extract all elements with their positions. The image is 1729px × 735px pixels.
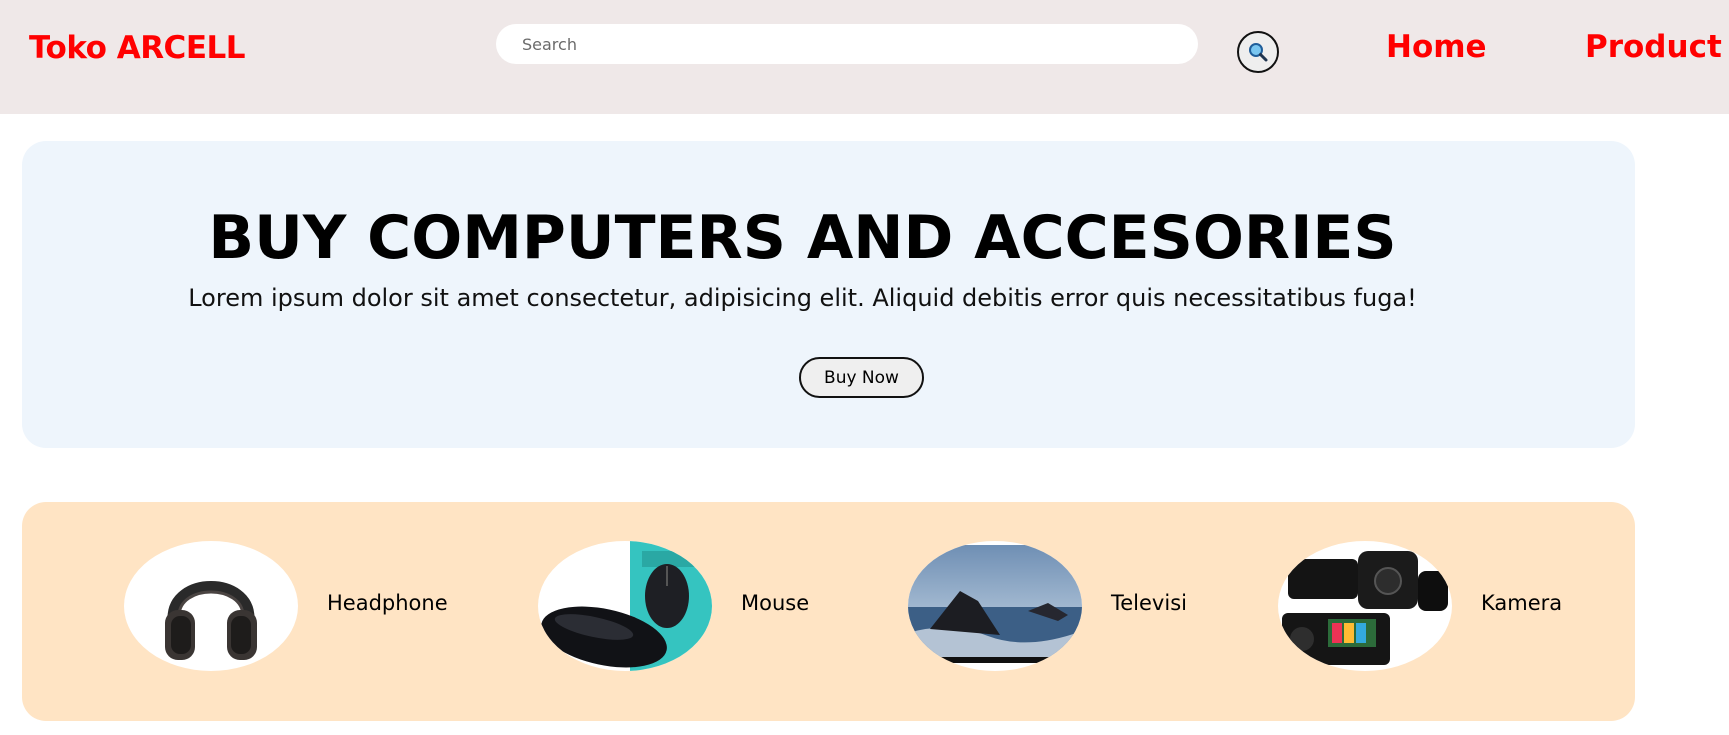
brand-logo[interactable]: Toko ARCELL (29, 30, 246, 66)
category-label: Mouse (741, 591, 810, 615)
search-icon (1249, 43, 1268, 62)
category-label: Televisi (1111, 591, 1187, 615)
hero-banner: BUY COMPUTERS AND ACCESORIES Lorem ipsum… (22, 141, 1635, 448)
headphone-image (124, 541, 298, 671)
nav-home-link[interactable]: Home (1386, 29, 1487, 65)
search-input[interactable] (496, 24, 1198, 64)
top-header: Toko ARCELL Home Product (0, 0, 1729, 114)
category-label: Kamera (1481, 591, 1563, 615)
television-image (908, 541, 1082, 671)
mouse-image (538, 541, 712, 671)
hero-description: Lorem ipsum dolor sit amet consectetur, … (188, 284, 1417, 312)
search-button[interactable] (1237, 31, 1279, 73)
category-strip: Headphone Mouse Televisi Kamera (22, 502, 1635, 721)
camera-image (1278, 541, 1452, 671)
nav-product-link[interactable]: Product (1585, 29, 1722, 65)
hero-title: BUY COMPUTERS AND ACCESORIES (208, 203, 1397, 273)
buy-now-button[interactable]: Buy Now (799, 357, 924, 398)
category-label: Headphone (327, 591, 448, 615)
